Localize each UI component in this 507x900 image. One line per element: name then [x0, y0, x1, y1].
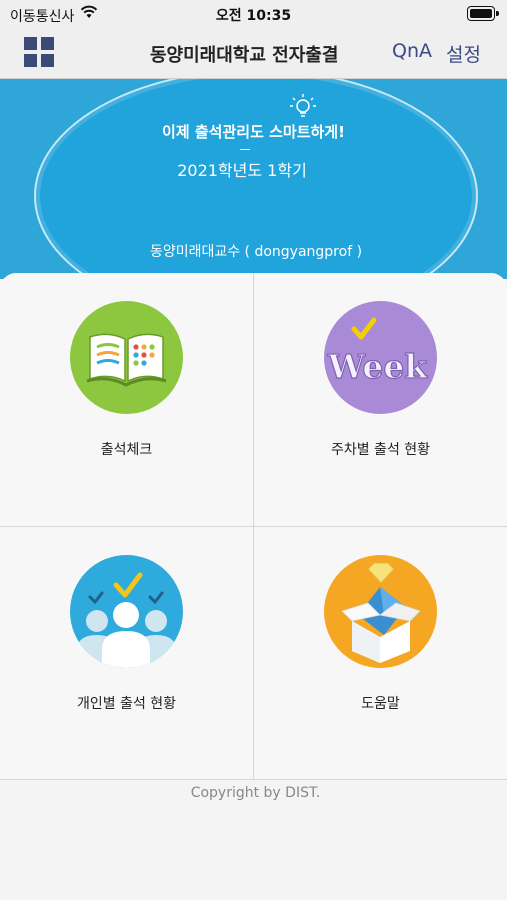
battery-icon — [467, 6, 499, 21]
status-bar: 이동통신사 오전 10:35 — [0, 0, 507, 28]
divider — [240, 149, 250, 150]
settings-button[interactable]: 설정 — [446, 40, 481, 67]
status-time: 오전 10:35 — [215, 8, 292, 24]
individual-attendance-label: 개인별 출석 현황 — [76, 696, 177, 712]
people-icon — [70, 555, 183, 668]
professor-name: 동양미래대교수 ( dongyangprof ) — [149, 244, 363, 260]
menu-panel: 출석체크 Week 주차별 출석 현황 개인별 출석 현황 도움말 — [0, 273, 507, 780]
copyright-footer: Copyright by DIST. — [190, 785, 321, 801]
attendance-check-tile[interactable]: 출석체크 — [0, 273, 253, 526]
hero-banner: 이제 출석관리도 스마트하게! 2021학년도 1학기 동양미래대교수 ( do… — [0, 79, 507, 279]
qna-button[interactable]: QnA — [392, 40, 432, 62]
week-icon: Week — [324, 301, 437, 414]
help-label: 도움말 — [361, 696, 400, 712]
attendance-check-label: 출석체크 — [100, 442, 153, 458]
help-box-icon — [324, 555, 437, 668]
lightbulb-icon — [288, 93, 318, 123]
week-icon-text: Week — [327, 347, 428, 386]
individual-attendance-tile[interactable]: 개인별 출석 현황 — [0, 527, 253, 780]
help-tile[interactable]: 도움말 — [254, 527, 507, 780]
page-title: 동양미래대학교 전자출결 — [150, 45, 339, 66]
menu-grid-icon[interactable] — [24, 37, 54, 67]
slogan-text: 이제 출석관리도 스마트하게! — [162, 123, 345, 141]
book-icon — [70, 301, 183, 414]
navigation-bar: 동양미래대학교 전자출결 QnA 설정 — [0, 28, 507, 79]
semester-text: 2021학년도 1학기 — [177, 161, 307, 180]
weekly-attendance-label: 주차별 출석 현황 — [330, 442, 431, 458]
weekly-attendance-tile[interactable]: Week 주차별 출석 현황 — [254, 273, 507, 526]
